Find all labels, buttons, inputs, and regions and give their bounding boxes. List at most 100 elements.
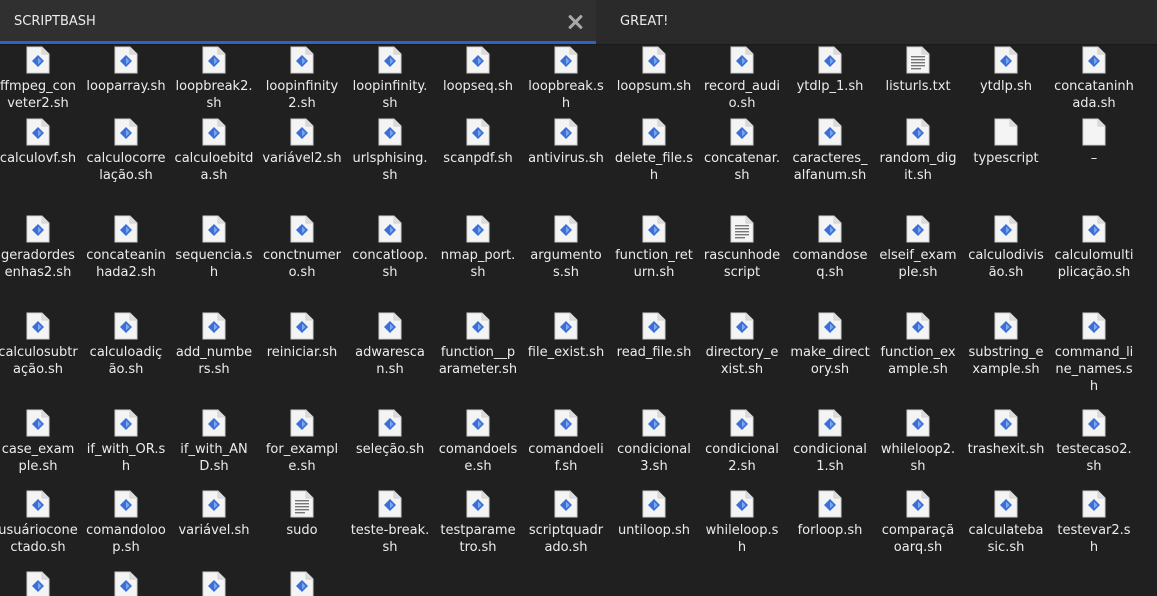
file-item[interactable]: condicional2.sh [698, 409, 786, 475]
file-item[interactable]: comparaçãoarq.sh [874, 490, 962, 556]
file-item[interactable]: argumentos.sh [522, 215, 610, 281]
file-item[interactable]: calculomultiplicação.sh [1050, 215, 1138, 281]
shell-script-file-icon [290, 409, 314, 437]
file-name: conctnumero.sh [262, 248, 342, 280]
file-item[interactable]: trashexit.sh [962, 409, 1050, 458]
file-item[interactable]: loopseq.sh [434, 46, 522, 95]
file-item[interactable]: whileloop2.sh [874, 409, 962, 475]
file-name: ytdlp_1.sh [796, 79, 864, 94]
file-item[interactable]: case_example.sh [0, 409, 82, 475]
file-item[interactable]: for_example.sh [258, 409, 346, 475]
file-item[interactable]: calculocorrelação.sh [82, 118, 170, 184]
file-name: delete_file.sh [614, 151, 694, 183]
file-item[interactable]: calculodivisão.sh [962, 215, 1050, 281]
file-item[interactable]: command_line_names.sh [1050, 312, 1138, 395]
file-item[interactable]: concateaninhada2.sh [82, 215, 170, 281]
file-item[interactable]: – [1050, 118, 1138, 167]
file-item[interactable]: if_with_OR.sh [82, 409, 170, 475]
file-item[interactable]: loopbreak2.sh [170, 46, 258, 112]
file-item[interactable]: condicional3.sh [610, 409, 698, 475]
file-item[interactable]: calculosubtração.sh [0, 312, 82, 378]
file-item[interactable]: calculoebitda.sh [170, 118, 258, 184]
file-item[interactable]: ytdlp.sh [962, 46, 1050, 95]
file-item[interactable]: add_numbers.sh [170, 312, 258, 378]
file-item[interactable]: delete_file.sh [610, 118, 698, 184]
file-item[interactable]: comandoelif.sh [522, 409, 610, 475]
file-item[interactable]: urlsphising.sh [346, 118, 434, 184]
file-item[interactable] [0, 571, 82, 596]
file-item[interactable]: untiloop.sh [610, 490, 698, 539]
file-name: looparray.sh [86, 79, 166, 94]
file-item[interactable]: function_return.sh [610, 215, 698, 281]
file-item[interactable]: typescript [962, 118, 1050, 167]
file-item[interactable]: testparametro.sh [434, 490, 522, 556]
file-item[interactable]: record_audio.sh [698, 46, 786, 112]
file-item[interactable]: calculatebasic.sh [962, 490, 1050, 556]
shell-script-file-icon [466, 118, 490, 146]
tab-great[interactable]: GREAT! [596, 0, 1157, 44]
file-name: loopinfinity.sh [352, 79, 428, 111]
file-item[interactable]: listurls.txt [874, 46, 962, 95]
file-item[interactable]: variável.sh [170, 490, 258, 539]
file-item[interactable] [170, 571, 258, 596]
file-item[interactable]: loopbreak.sh [522, 46, 610, 112]
file-item[interactable]: testevar2.sh [1050, 490, 1138, 556]
file-item[interactable]: file_exist.sh [522, 312, 610, 361]
shell-script-file-icon [466, 490, 490, 518]
file-item[interactable]: comandoseq.sh [786, 215, 874, 281]
file-name: command_line_names.sh [1054, 345, 1134, 394]
file-item[interactable]: ffmpeg_conveter2.sh [0, 46, 82, 112]
file-name: ffmpeg_conveter2.sh [0, 79, 76, 111]
file-item[interactable]: testecaso2.sh [1050, 409, 1138, 475]
file-item[interactable] [82, 571, 170, 596]
file-name: for_example.sh [265, 442, 339, 474]
file-item[interactable]: scanpdf.sh [434, 118, 522, 167]
file-item[interactable]: elseif_example.sh [874, 215, 962, 281]
file-item[interactable]: loopinfinity.sh [346, 46, 434, 112]
file-item[interactable]: scriptquadrado.sh [522, 490, 610, 556]
file-name: antivirus.sh [528, 151, 604, 166]
file-item[interactable]: geradordesenhas2.sh [0, 215, 82, 281]
file-item[interactable]: loopsum.sh [610, 46, 698, 95]
file-item[interactable]: teste-break.sh [346, 490, 434, 556]
file-item[interactable]: antivirus.sh [522, 118, 610, 167]
file-item[interactable]: usuárioconectado.sh [0, 490, 82, 556]
shell-script-file-icon [26, 46, 50, 74]
file-item[interactable]: sequencia.sh [170, 215, 258, 281]
file-item[interactable]: caracteres_alfanum.sh [786, 118, 874, 184]
file-item[interactable]: reiniciar.sh [258, 312, 346, 361]
file-item[interactable]: make_directory.sh [786, 312, 874, 378]
file-item[interactable]: nmap_port.sh [434, 215, 522, 281]
file-item[interactable]: variável2.sh [258, 118, 346, 167]
file-item[interactable]: seleção.sh [346, 409, 434, 458]
file-item[interactable]: ytdlp_1.sh [786, 46, 874, 95]
file-item[interactable]: calculovf.sh [0, 118, 82, 167]
close-icon[interactable] [566, 13, 584, 31]
file-item[interactable]: concatenar.sh [698, 118, 786, 184]
file-item[interactable]: function__parameter.sh [434, 312, 522, 378]
file-item[interactable]: adwarescan.sh [346, 312, 434, 378]
file-item[interactable]: concataninhada.sh [1050, 46, 1138, 112]
file-item[interactable]: looparray.sh [82, 46, 170, 95]
file-item[interactable]: comandoloop.sh [82, 490, 170, 556]
file-item[interactable]: if_with_AND.sh [170, 409, 258, 475]
file-item[interactable]: comandoelse.sh [434, 409, 522, 475]
file-item[interactable]: forloop.sh [786, 490, 874, 539]
file-item[interactable]: concatloop.sh [346, 215, 434, 281]
file-name: rascunhodescript [703, 248, 781, 280]
file-item[interactable] [258, 571, 346, 596]
file-item[interactable]: rascunhodescript [698, 215, 786, 281]
file-item[interactable]: directory_exist.sh [698, 312, 786, 378]
file-item[interactable]: loopinfinity2.sh [258, 46, 346, 112]
file-item[interactable]: whileloop.sh [698, 490, 786, 556]
file-item[interactable]: sudo [258, 490, 346, 539]
file-item[interactable]: read_file.sh [610, 312, 698, 361]
file-item[interactable]: conctnumero.sh [258, 215, 346, 281]
file-item[interactable]: condicional1.sh [786, 409, 874, 475]
blank-file-icon [994, 118, 1018, 146]
file-item[interactable]: random_digit.sh [874, 118, 962, 184]
tab-scriptbash[interactable]: SCRIPTBASH [0, 0, 596, 44]
file-item[interactable]: function_example.sh [874, 312, 962, 378]
file-item[interactable]: calculoadição.sh [82, 312, 170, 378]
file-item[interactable]: substring_example.sh [962, 312, 1050, 378]
